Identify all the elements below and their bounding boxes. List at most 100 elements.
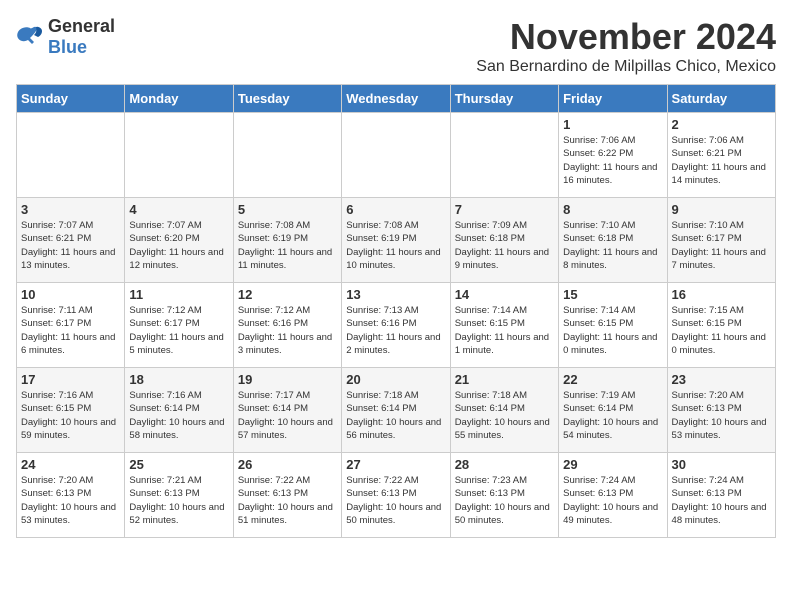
- calendar-cell: 5 Sunrise: 7:08 AM Sunset: 6:19 PM Daylig…: [233, 198, 341, 283]
- day-number: 10: [21, 287, 120, 302]
- day-number: 23: [672, 372, 771, 387]
- calendar-table: SundayMondayTuesdayWednesdayThursdayFrid…: [16, 84, 776, 538]
- cell-info: Sunrise: 7:14 AM Sunset: 6:15 PM Dayligh…: [563, 304, 662, 357]
- calendar-week-5: 24 Sunrise: 7:20 AM Sunset: 6:13 PM Dayli…: [17, 453, 776, 538]
- cell-info: Sunrise: 7:10 AM Sunset: 6:17 PM Dayligh…: [672, 219, 771, 272]
- day-number: 22: [563, 372, 662, 387]
- calendar-cell: 28Sunrise: 7:23 AM Sunset: 6:13 PM Dayli…: [450, 453, 558, 538]
- cell-info: Sunrise: 7:20 AM Sunset: 6:13 PM Dayligh…: [21, 474, 120, 527]
- day-number: 5: [238, 202, 337, 217]
- cell-info: Sunrise: 7:23 AM Sunset: 6:13 PM Dayligh…: [455, 474, 554, 527]
- month-title: November 2024: [476, 16, 776, 58]
- calendar-cell: 14 Sunrise: 7:14 AM Sunset: 6:15 PM Dayli…: [450, 283, 558, 368]
- calendar-cell: [17, 113, 125, 198]
- calendar-cell: 26 Sunrise: 7:22 AM Sunset: 6:13 PM Dayli…: [233, 453, 341, 538]
- cell-info: Sunrise: 7:12 AM Sunset: 6:16 PM Dayligh…: [238, 304, 337, 357]
- calendar-cell: 15 Sunrise: 7:14 AM Sunset: 6:15 PM Dayli…: [559, 283, 667, 368]
- calendar-week-4: 17Sunrise: 7:16 AM Sunset: 6:15 PM Dayli…: [17, 368, 776, 453]
- day-number: 26: [238, 457, 337, 472]
- calendar-cell: 24 Sunrise: 7:20 AM Sunset: 6:13 PM Dayli…: [17, 453, 125, 538]
- calendar-cell: 23 Sunrise: 7:20 AM Sunset: 6:13 PM Dayli…: [667, 368, 775, 453]
- calendar-cell: [233, 113, 341, 198]
- day-number: 30: [672, 457, 771, 472]
- day-number: 2: [672, 117, 771, 132]
- day-number: 6: [346, 202, 445, 217]
- calendar-cell: 22 Sunrise: 7:19 AM Sunset: 6:14 PM Dayli…: [559, 368, 667, 453]
- calendar-week-2: 3Sunrise: 7:07 AM Sunset: 6:21 PM Daylig…: [17, 198, 776, 283]
- calendar-cell: 19 Sunrise: 7:17 AM Sunset: 6:14 PM Dayli…: [233, 368, 341, 453]
- day-number: 21: [455, 372, 554, 387]
- logo: General Blue: [16, 16, 115, 58]
- day-number: 15: [563, 287, 662, 302]
- calendar-cell: 12 Sunrise: 7:12 AM Sunset: 6:16 PM Dayli…: [233, 283, 341, 368]
- day-number: 29: [563, 457, 662, 472]
- day-number: 9: [672, 202, 771, 217]
- calendar-cell: 1Sunrise: 7:06 AM Sunset: 6:22 PM Daylig…: [559, 113, 667, 198]
- cell-info: Sunrise: 7:11 AM Sunset: 6:17 PM Dayligh…: [21, 304, 120, 357]
- day-number: 4: [129, 202, 228, 217]
- logo-general: General: [48, 16, 115, 36]
- calendar-cell: [125, 113, 233, 198]
- calendar-cell: 3Sunrise: 7:07 AM Sunset: 6:21 PM Daylig…: [17, 198, 125, 283]
- cell-info: Sunrise: 7:14 AM Sunset: 6:15 PM Dayligh…: [455, 304, 554, 357]
- cell-info: Sunrise: 7:24 AM Sunset: 6:13 PM Dayligh…: [563, 474, 662, 527]
- calendar-cell: 17Sunrise: 7:16 AM Sunset: 6:15 PM Dayli…: [17, 368, 125, 453]
- calendar-cell: 7Sunrise: 7:09 AM Sunset: 6:18 PM Daylig…: [450, 198, 558, 283]
- header-sunday: Sunday: [17, 85, 125, 113]
- header-saturday: Saturday: [667, 85, 775, 113]
- day-number: 13: [346, 287, 445, 302]
- cell-info: Sunrise: 7:12 AM Sunset: 6:17 PM Dayligh…: [129, 304, 228, 357]
- calendar-cell: [450, 113, 558, 198]
- title-section: November 2024 San Bernardino de Milpilla…: [476, 16, 776, 76]
- calendar-cell: 9 Sunrise: 7:10 AM Sunset: 6:17 PM Daylig…: [667, 198, 775, 283]
- logo-bird-icon: [16, 26, 44, 48]
- cell-info: Sunrise: 7:20 AM Sunset: 6:13 PM Dayligh…: [672, 389, 771, 442]
- day-number: 14: [455, 287, 554, 302]
- day-number: 18: [129, 372, 228, 387]
- calendar-cell: 21Sunrise: 7:18 AM Sunset: 6:14 PM Dayli…: [450, 368, 558, 453]
- day-number: 1: [563, 117, 662, 132]
- header-monday: Monday: [125, 85, 233, 113]
- cell-info: Sunrise: 7:07 AM Sunset: 6:20 PM Dayligh…: [129, 219, 228, 272]
- cell-info: Sunrise: 7:13 AM Sunset: 6:16 PM Dayligh…: [346, 304, 445, 357]
- cell-info: Sunrise: 7:08 AM Sunset: 6:19 PM Dayligh…: [238, 219, 337, 272]
- calendar-header-row: SundayMondayTuesdayWednesdayThursdayFrid…: [17, 85, 776, 113]
- day-number: 7: [455, 202, 554, 217]
- header-tuesday: Tuesday: [233, 85, 341, 113]
- cell-info: Sunrise: 7:19 AM Sunset: 6:14 PM Dayligh…: [563, 389, 662, 442]
- cell-info: Sunrise: 7:24 AM Sunset: 6:13 PM Dayligh…: [672, 474, 771, 527]
- day-number: 20: [346, 372, 445, 387]
- day-number: 19: [238, 372, 337, 387]
- calendar-cell: 6Sunrise: 7:08 AM Sunset: 6:19 PM Daylig…: [342, 198, 450, 283]
- day-number: 3: [21, 202, 120, 217]
- calendar-cell: 8 Sunrise: 7:10 AM Sunset: 6:18 PM Daylig…: [559, 198, 667, 283]
- calendar-cell: 16Sunrise: 7:15 AM Sunset: 6:15 PM Dayli…: [667, 283, 775, 368]
- cell-info: Sunrise: 7:22 AM Sunset: 6:13 PM Dayligh…: [346, 474, 445, 527]
- day-number: 8: [563, 202, 662, 217]
- logo-text: General Blue: [48, 16, 115, 58]
- calendar-cell: 13 Sunrise: 7:13 AM Sunset: 6:16 PM Dayli…: [342, 283, 450, 368]
- calendar-cell: 4 Sunrise: 7:07 AM Sunset: 6:20 PM Daylig…: [125, 198, 233, 283]
- day-number: 25: [129, 457, 228, 472]
- cell-info: Sunrise: 7:18 AM Sunset: 6:14 PM Dayligh…: [346, 389, 445, 442]
- cell-info: Sunrise: 7:16 AM Sunset: 6:14 PM Dayligh…: [129, 389, 228, 442]
- calendar-cell: 27 Sunrise: 7:22 AM Sunset: 6:13 PM Dayli…: [342, 453, 450, 538]
- calendar-cell: 25Sunrise: 7:21 AM Sunset: 6:13 PM Dayli…: [125, 453, 233, 538]
- calendar-cell: 29 Sunrise: 7:24 AM Sunset: 6:13 PM Dayli…: [559, 453, 667, 538]
- cell-info: Sunrise: 7:17 AM Sunset: 6:14 PM Dayligh…: [238, 389, 337, 442]
- header-friday: Friday: [559, 85, 667, 113]
- page-header: General Blue November 2024 San Bernardin…: [16, 16, 776, 76]
- calendar-cell: 18 Sunrise: 7:16 AM Sunset: 6:14 PM Dayli…: [125, 368, 233, 453]
- calendar-cell: 20 Sunrise: 7:18 AM Sunset: 6:14 PM Dayli…: [342, 368, 450, 453]
- location-subtitle: San Bernardino de Milpillas Chico, Mexic…: [476, 58, 776, 76]
- calendar-week-3: 10 Sunrise: 7:11 AM Sunset: 6:17 PM Dayli…: [17, 283, 776, 368]
- cell-info: Sunrise: 7:15 AM Sunset: 6:15 PM Dayligh…: [672, 304, 771, 357]
- header-wednesday: Wednesday: [342, 85, 450, 113]
- cell-info: Sunrise: 7:22 AM Sunset: 6:13 PM Dayligh…: [238, 474, 337, 527]
- calendar-cell: 30 Sunrise: 7:24 AM Sunset: 6:13 PM Dayli…: [667, 453, 775, 538]
- day-number: 27: [346, 457, 445, 472]
- cell-info: Sunrise: 7:10 AM Sunset: 6:18 PM Dayligh…: [563, 219, 662, 272]
- calendar-cell: 10 Sunrise: 7:11 AM Sunset: 6:17 PM Dayli…: [17, 283, 125, 368]
- day-number: 12: [238, 287, 337, 302]
- day-number: 24: [21, 457, 120, 472]
